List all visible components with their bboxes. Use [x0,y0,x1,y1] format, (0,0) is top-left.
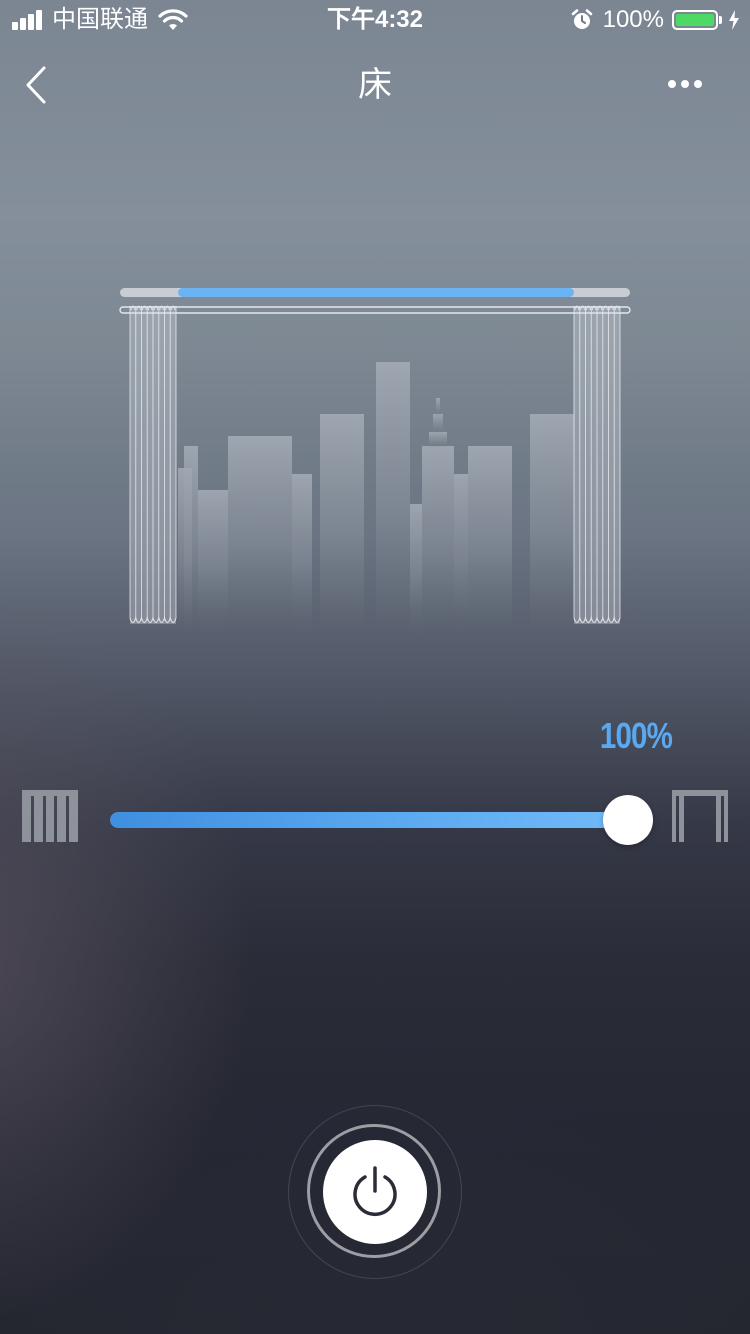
page-title: 床 [358,66,392,104]
battery-percent: 100% [602,6,664,33]
power-icon [353,1166,397,1216]
status-right: 100% [571,6,740,34]
alarm-icon [571,9,592,29]
battery-icon [672,10,718,30]
power-button[interactable] [323,1140,427,1244]
battery-nub [719,16,722,24]
slider-thumb[interactable] [603,795,653,845]
curtain-inner-rail [119,306,631,314]
curtain-slider[interactable] [110,794,653,846]
curtain-open-icon[interactable] [672,790,728,842]
left-curtain [129,305,177,624]
city-skyline-icon [178,362,574,634]
slider-fill [110,812,618,828]
power-control [288,1105,462,1279]
curtain-illustration [119,288,631,634]
battery-level-fill [676,14,714,26]
status-bar: 中国联通 下午4:32 100% [0,0,750,40]
nav-bar: 床 [0,44,750,126]
open-percentage: 100% [599,715,673,756]
curtain-closed-icon[interactable] [22,790,78,842]
curtain-rail-active [178,288,574,297]
more-dots-icon [668,80,702,88]
right-curtain [573,305,621,624]
more-button[interactable] [660,66,710,102]
charging-bolt-icon [729,10,739,30]
slider-track[interactable] [110,812,618,828]
